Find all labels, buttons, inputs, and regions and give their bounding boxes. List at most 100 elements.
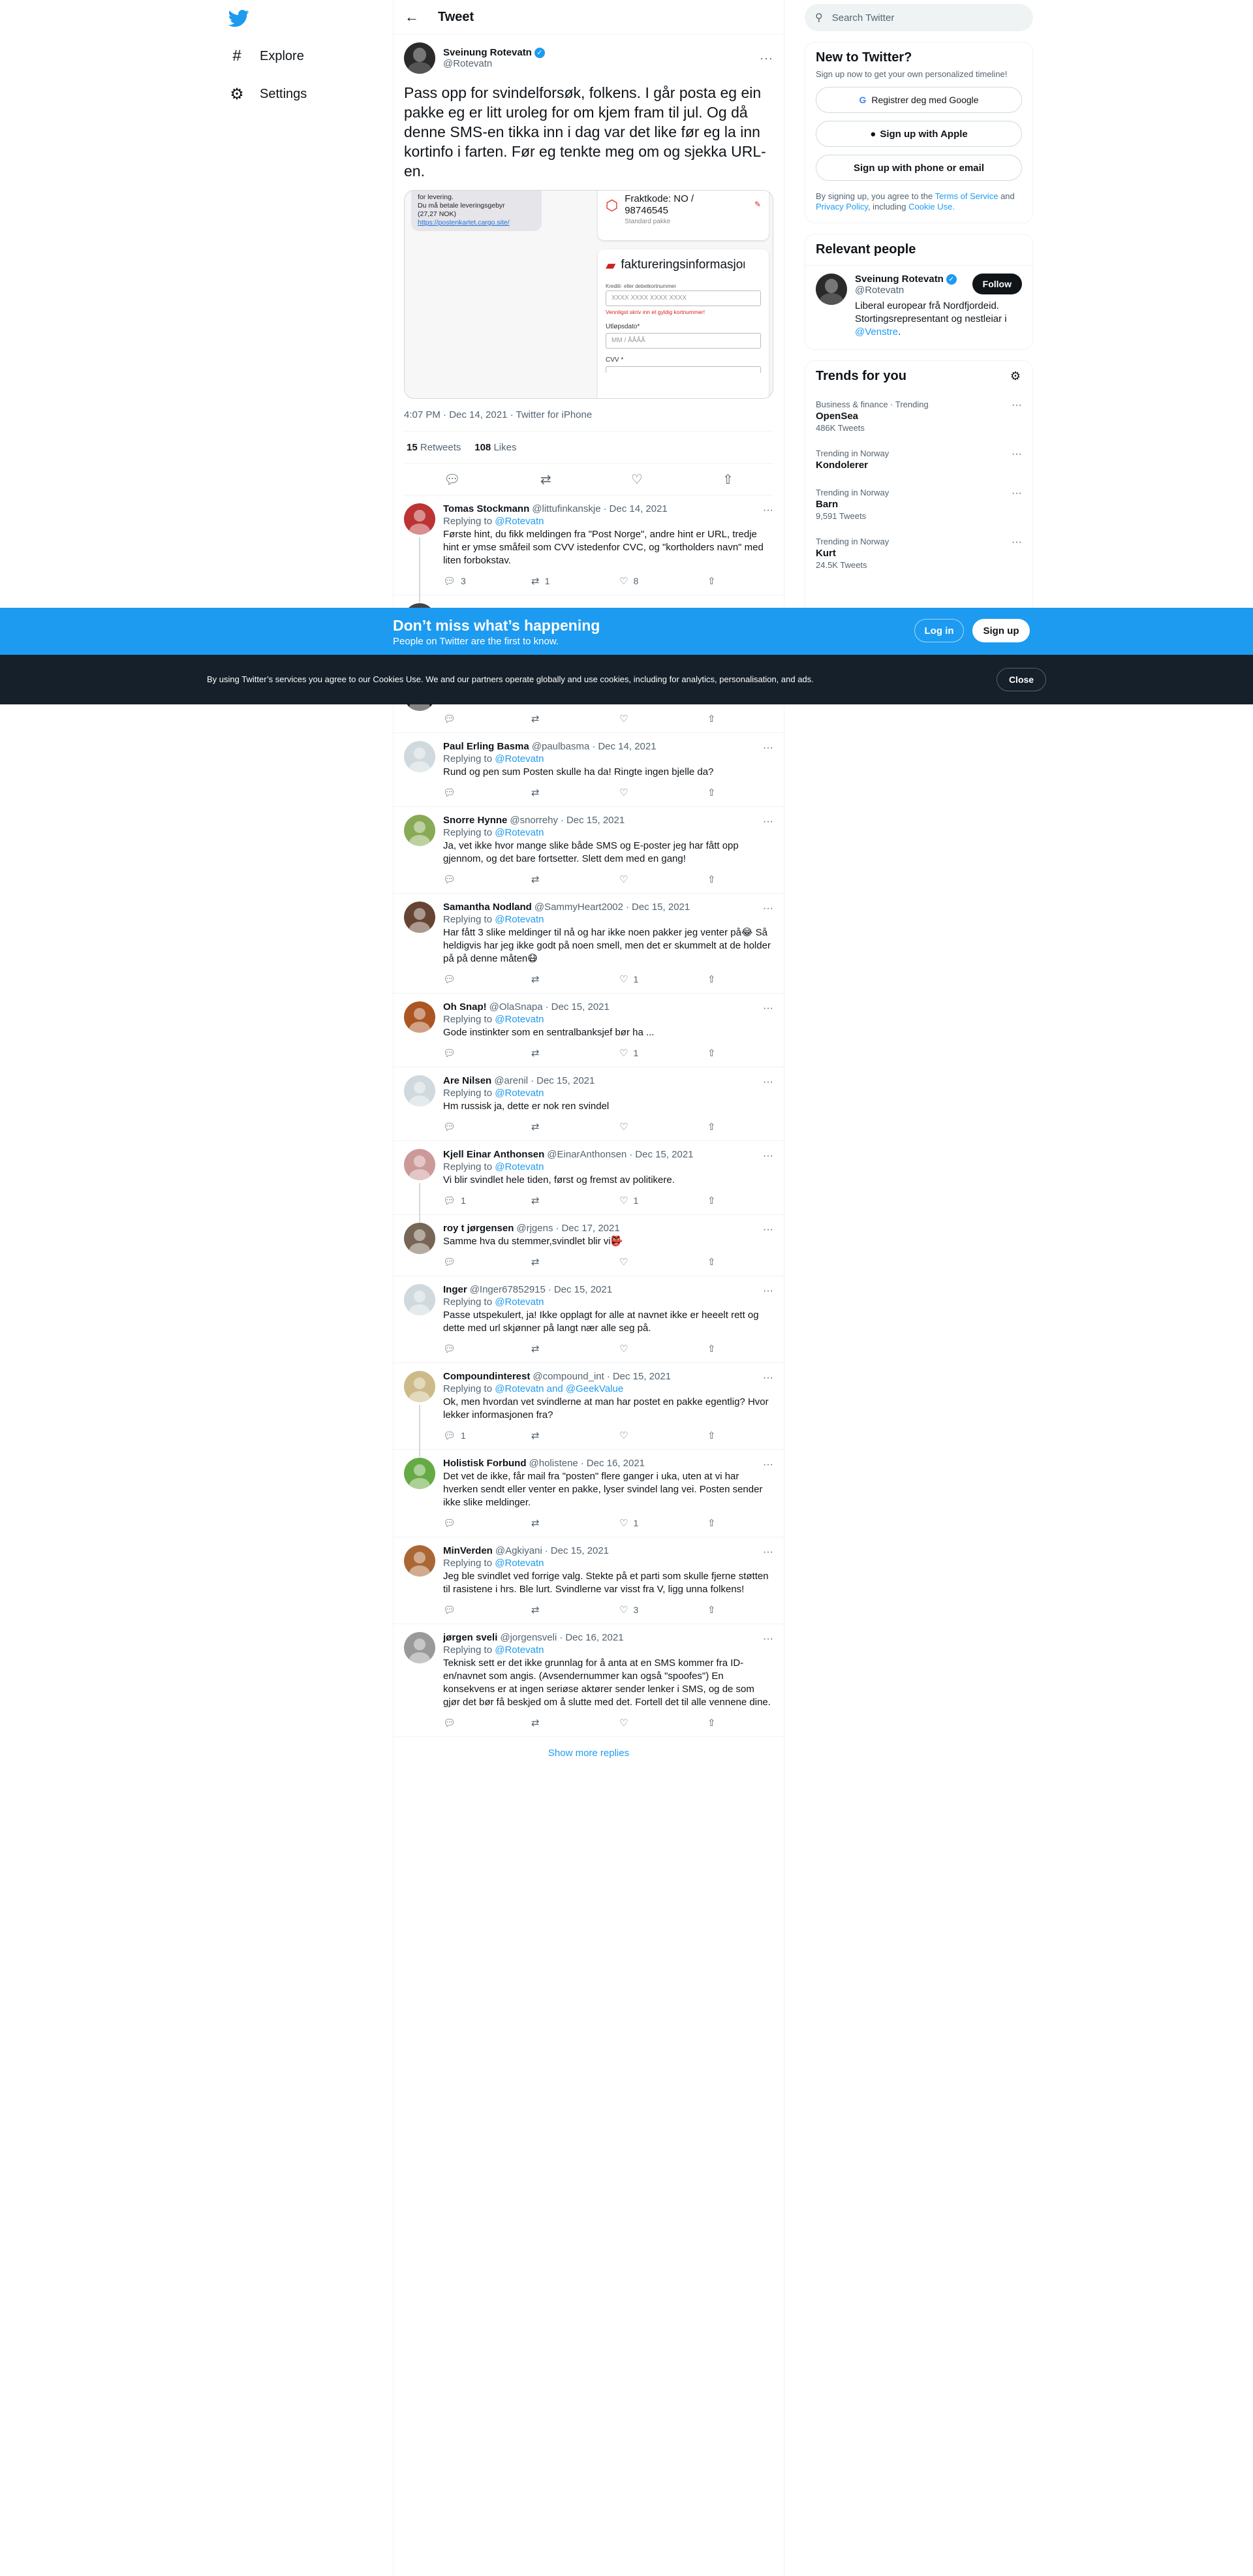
like-button[interactable]: ♡ bbox=[619, 1256, 672, 1268]
avatar[interactable] bbox=[404, 1545, 435, 1577]
reply-button[interactable]: 💬︎ bbox=[443, 1717, 495, 1729]
share-button[interactable]: ⇧ bbox=[707, 1256, 720, 1268]
retweet-button[interactable]: ⇄ bbox=[531, 1517, 583, 1529]
reply-button[interactable]: 💬︎ bbox=[443, 1256, 495, 1268]
author-handle[interactable]: @Rotevatn bbox=[443, 58, 760, 69]
reply-date[interactable]: Dec 15, 2021 bbox=[551, 1001, 610, 1013]
more-options-icon[interactable]: ··· bbox=[1012, 488, 1022, 499]
relevant-person[interactable]: Sveinung Rotevatn ✓ @Rotevatn Follow Lib… bbox=[805, 266, 1032, 349]
trend-item[interactable]: Business & finance · Trending OpenSea 48… bbox=[805, 392, 1032, 441]
avatar[interactable] bbox=[404, 902, 435, 933]
avatar[interactable] bbox=[404, 1149, 435, 1180]
reply-tweet[interactable]: Holistisk Forbund @holistene · Dec 16, 2… bbox=[394, 1450, 784, 1537]
reply-author-handle[interactable]: @paulbasma bbox=[532, 741, 590, 752]
tweet-image[interactable]: for levering. Du må betale leveringsgeby… bbox=[404, 190, 773, 399]
retweet-button[interactable]: ⇄ bbox=[531, 1195, 583, 1206]
search-input[interactable]: ⚲ Search Twitter bbox=[805, 4, 1033, 31]
reply-date[interactable]: Dec 15, 2021 bbox=[635, 1149, 693, 1160]
reply-author-handle[interactable]: @compound_int bbox=[533, 1371, 604, 1382]
close-cookie-button[interactable]: Close bbox=[997, 668, 1046, 691]
replying-handle-link[interactable]: @Rotevatn bbox=[495, 1161, 544, 1172]
more-options-icon[interactable]: ··· bbox=[763, 1285, 773, 1297]
reply-date[interactable]: Dec 16, 2021 bbox=[587, 1458, 645, 1469]
reply-date[interactable]: Dec 15, 2021 bbox=[554, 1284, 612, 1295]
reply-date[interactable]: Dec 15, 2021 bbox=[613, 1371, 671, 1382]
replying-handle-link[interactable]: @Rotevatn bbox=[495, 827, 544, 838]
like-button[interactable]: ♡ bbox=[619, 1717, 672, 1729]
like-button[interactable]: ♡ bbox=[619, 787, 672, 798]
avatar[interactable] bbox=[404, 1284, 435, 1315]
reply-tweet[interactable]: Kjell Einar Anthonsen @EinarAnthonsen · … bbox=[394, 1141, 784, 1222]
reply-author-name[interactable]: Snorre Hynne bbox=[443, 815, 507, 826]
reply-author-name[interactable]: Paul Erling Basma bbox=[443, 741, 529, 752]
retweet-icon[interactable]: ⇄ bbox=[540, 471, 551, 488]
reply-author-handle[interactable]: @EinarAnthonsen bbox=[547, 1149, 626, 1160]
more-options-icon[interactable]: ··· bbox=[763, 903, 773, 915]
trend-item[interactable]: Trending in Norway Barn 9,591 Tweets ··· bbox=[805, 480, 1032, 529]
trend-item[interactable]: Trending in Norway Kondolerer ··· bbox=[805, 441, 1032, 480]
cookie-link[interactable]: Cookie Use. bbox=[908, 202, 955, 212]
reply-author-handle[interactable]: @snorrehy bbox=[510, 815, 558, 826]
reply-button[interactable]: 💬︎ 1 bbox=[443, 1195, 495, 1206]
like-button[interactable]: ♡ bbox=[619, 1343, 672, 1355]
apple-signup-button[interactable]: ● Sign up with Apple bbox=[816, 121, 1022, 147]
reply-tweet[interactable]: Tomas Stockmann @littufinkanskje · Dec 1… bbox=[394, 495, 784, 603]
like-button[interactable]: ♡ bbox=[619, 1430, 672, 1441]
like-button[interactable]: ♡ 8 bbox=[619, 575, 672, 587]
more-options-icon[interactable]: ··· bbox=[763, 1003, 773, 1014]
share-button[interactable]: ⇧ bbox=[707, 575, 720, 587]
retweet-button[interactable]: ⇄ bbox=[531, 787, 583, 798]
reply-author-name[interactable]: Inger bbox=[443, 1284, 467, 1295]
replying-handle-link[interactable]: @Rotevatn bbox=[495, 1296, 544, 1308]
more-options-icon[interactable]: ··· bbox=[1012, 448, 1022, 460]
share-button[interactable]: ⇧ bbox=[707, 973, 720, 985]
reply-button[interactable]: 💬︎ bbox=[443, 873, 495, 885]
reply-tweet[interactable]: Are Nilsen @arenil · Dec 15, 2021 Replyi… bbox=[394, 1067, 784, 1141]
reply-author-name[interactable]: Kjell Einar Anthonsen bbox=[443, 1149, 544, 1160]
like-button[interactable]: ♡ bbox=[619, 873, 672, 885]
avatar[interactable] bbox=[816, 274, 847, 305]
reply-button[interactable]: 💬︎ bbox=[443, 973, 495, 985]
more-options-icon[interactable]: ··· bbox=[763, 1459, 773, 1471]
retweet-count[interactable]: 15 bbox=[407, 442, 418, 453]
privacy-link[interactable]: Privacy Policy bbox=[816, 202, 868, 212]
retweet-button[interactable]: ⇄ bbox=[531, 1717, 583, 1729]
reply-tweet[interactable]: jørgen sveli @jorgensveli · Dec 16, 2021… bbox=[394, 1624, 784, 1737]
replying-handle-link[interactable]: @Rotevatn bbox=[495, 914, 544, 925]
retweet-button[interactable]: ⇄ bbox=[531, 1256, 583, 1268]
person-handle[interactable]: @Rotevatn bbox=[855, 285, 972, 296]
reply-icon[interactable]: 💬︎ bbox=[444, 471, 460, 488]
terms-link[interactable]: Terms of Service bbox=[935, 191, 998, 201]
reply-tweet[interactable]: Compoundinterest @compound_int · Dec 15,… bbox=[394, 1363, 784, 1457]
like-button[interactable]: ♡ bbox=[619, 713, 672, 725]
reply-author-name[interactable]: jørgen sveli bbox=[443, 1632, 497, 1643]
reply-button[interactable]: 💬︎ bbox=[443, 713, 495, 725]
retweet-button[interactable]: ⇄ bbox=[531, 1121, 583, 1133]
avatar[interactable] bbox=[404, 1075, 435, 1107]
reply-button[interactable]: 💬︎ bbox=[443, 1121, 495, 1133]
more-options-icon[interactable]: ··· bbox=[760, 52, 773, 65]
more-options-icon[interactable]: ··· bbox=[763, 1076, 773, 1088]
share-button[interactable]: ⇧ bbox=[707, 1343, 720, 1355]
retweet-button[interactable]: ⇄ bbox=[531, 1047, 583, 1059]
replying-handle-link[interactable]: @Rotevatn bbox=[495, 516, 544, 527]
reply-button[interactable]: 💬︎ bbox=[443, 1047, 495, 1059]
google-signup-button[interactable]: G Registrer deg med Google bbox=[816, 87, 1022, 113]
retweet-button[interactable]: ⇄ bbox=[531, 1343, 583, 1355]
reply-button[interactable]: 💬︎ 1 bbox=[443, 1430, 495, 1441]
reply-author-handle[interactable]: @Inger67852915 bbox=[470, 1284, 546, 1295]
reply-author-handle[interactable]: @rjgens bbox=[516, 1223, 553, 1234]
reply-button[interactable]: 💬︎ 3 bbox=[443, 575, 495, 587]
reply-author-name[interactable]: Tomas Stockmann bbox=[443, 503, 529, 514]
reply-button[interactable]: 💬︎ bbox=[443, 1343, 495, 1355]
retweet-label[interactable]: Retweets bbox=[420, 442, 461, 453]
trend-item[interactable]: Trending in Norway Kurt 24.5K Tweets ··· bbox=[805, 529, 1032, 578]
twitter-logo-icon[interactable] bbox=[228, 8, 249, 29]
reply-author-handle[interactable]: @jorgensveli bbox=[500, 1632, 557, 1643]
replying-handle-link[interactable]: @Rotevatn bbox=[495, 1644, 544, 1656]
reply-author-name[interactable]: Oh Snap! bbox=[443, 1001, 487, 1013]
signup-button[interactable]: Sign up bbox=[972, 619, 1030, 642]
reply-author-name[interactable]: Compoundinterest bbox=[443, 1371, 530, 1382]
avatar[interactable] bbox=[404, 42, 435, 74]
reply-date[interactable]: Dec 15, 2021 bbox=[632, 902, 690, 913]
